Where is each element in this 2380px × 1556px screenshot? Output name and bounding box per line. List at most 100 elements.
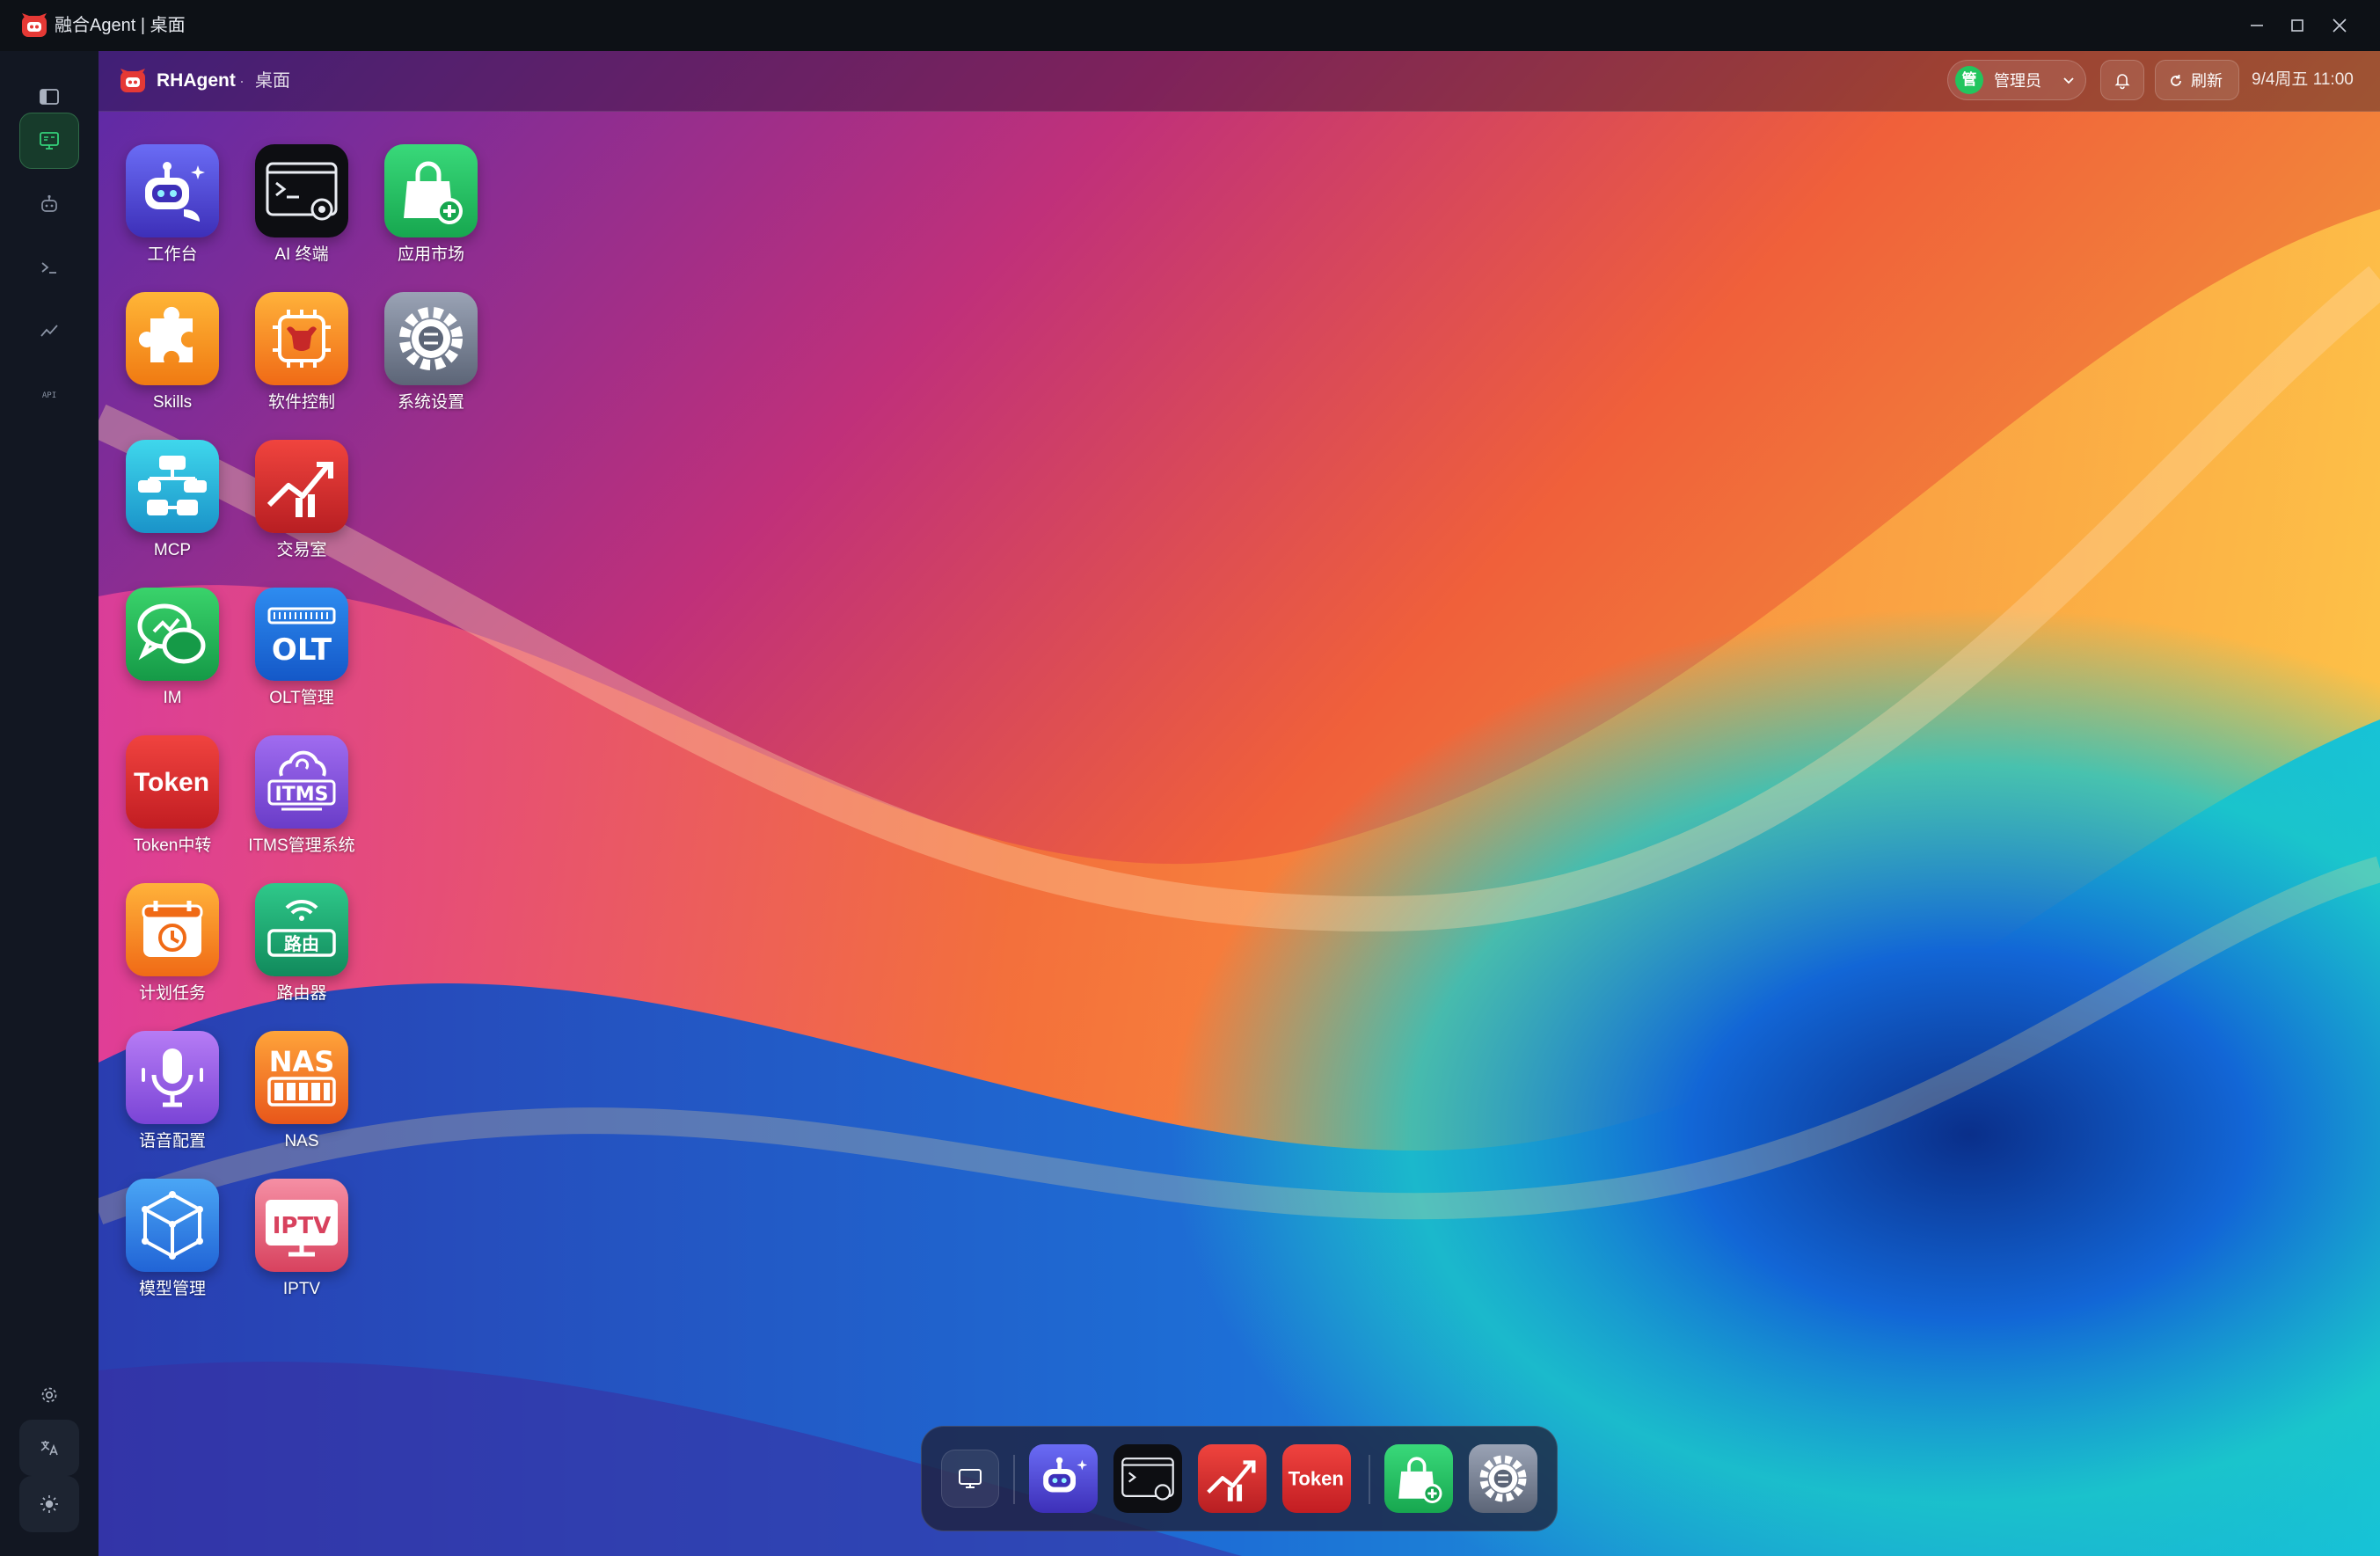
dock-token-relay-button[interactable]: Token <box>1282 1444 1351 1513</box>
minimize-button[interactable] <box>2238 8 2276 43</box>
rail-settings-button[interactable] <box>19 1367 79 1423</box>
icon-label: NAS <box>284 1132 319 1151</box>
terminal-icon <box>41 262 56 274</box>
brand-name: RHAgent <box>157 70 236 91</box>
calendar-clock-icon <box>126 883 219 976</box>
user-name: 管理员 <box>1994 72 2041 90</box>
icon-label: 工作台 <box>147 245 198 264</box>
desktop-icon-token-relay[interactable]: Token Token中转 <box>107 735 237 876</box>
desktop-icon-im[interactable]: IM <box>107 588 237 728</box>
shopping-bag-icon <box>384 144 478 237</box>
sidebar-toggle-icon <box>40 89 59 105</box>
datetime: 9/4周五 11:00 <box>2252 70 2354 89</box>
desktop-icon-trading-room[interactable]: 交易室 <box>237 440 367 581</box>
dock: Token <box>921 1426 1558 1531</box>
desktop-icon-skills[interactable]: Skills <box>107 292 237 433</box>
brand-logo-icon <box>120 69 145 92</box>
shopping-bag-icon <box>1384 1444 1453 1513</box>
chat-bubbles-icon <box>126 588 219 681</box>
terminal-icon <box>1113 1444 1182 1513</box>
desktop-icon-voice-config[interactable]: 语音配置 <box>107 1031 237 1172</box>
terminal-icon <box>255 144 348 237</box>
rail-theme-button[interactable] <box>19 1476 79 1532</box>
gear-icon <box>1469 1444 1537 1513</box>
rail-language-button[interactable] <box>19 1420 79 1476</box>
desktop-icon-system-settings[interactable]: 系统设置 <box>366 292 496 433</box>
desktop-icon-scheduled-tasks[interactable]: 计划任务 <box>107 883 237 1024</box>
desktop-icon-iptv[interactable]: IPTV IPTV <box>237 1179 367 1319</box>
dock-trading-room-button[interactable] <box>1198 1444 1267 1513</box>
icon-label: IPTV <box>282 1280 321 1298</box>
desktop-icon-itms[interactable]: ITMS ITMS管理系统 <box>237 735 367 876</box>
translate-icon <box>40 1441 58 1456</box>
refresh-label: 刷新 <box>2191 72 2223 90</box>
close-window-button[interactable] <box>2320 8 2359 43</box>
dock-system-settings-button[interactable] <box>1469 1444 1537 1513</box>
itms-cloud-icon: ITMS <box>255 735 348 829</box>
icon-label: 软件控制 <box>267 393 335 412</box>
breadcrumb-separator: · <box>239 72 245 90</box>
rail-item-trading[interactable] <box>19 303 79 359</box>
network-plug-icon <box>126 440 219 533</box>
icon-label: OLT管理 <box>269 689 334 707</box>
refresh-button[interactable]: 刷新 <box>2155 60 2239 100</box>
icon-label: MCP <box>153 541 192 559</box>
sun-icon <box>40 1495 58 1513</box>
robot-chat-icon <box>126 144 219 237</box>
desktop-area[interactable]: RHAgent · 桌面 管 管理员 刷新 9/4周五 11:00 工作台 AI… <box>99 51 2380 1556</box>
olt-text: OLT <box>272 632 332 668</box>
token-text: Token <box>134 768 209 797</box>
stock-chart-icon <box>1198 1444 1267 1513</box>
nas-text: NAS <box>269 1045 335 1078</box>
dock-separator <box>1013 1455 1015 1504</box>
window-titlebar: 融合Agent | 桌面 <box>0 0 2380 52</box>
icon-label: 交易室 <box>276 541 327 559</box>
icon-label: ITMS管理系统 <box>248 836 355 855</box>
desktop-icon-router[interactable]: 路由 路由器 <box>237 883 367 1024</box>
desktop-icon-olt[interactable]: OLT OLT管理 <box>237 588 367 728</box>
desktop-icon-workbench[interactable]: 工作台 <box>107 144 237 285</box>
breadcrumb-current: 桌面 <box>255 71 290 91</box>
dock-workbench-button[interactable] <box>1029 1444 1098 1513</box>
desktop-icon-nas[interactable]: NAS NAS <box>237 1031 367 1172</box>
icon-label: Skills <box>152 393 193 412</box>
close-icon <box>2333 18 2347 33</box>
rail-item-desktop[interactable] <box>19 113 79 169</box>
desktop-header: RHAgent · 桌面 管 管理员 刷新 9/4周五 11:00 <box>99 51 2380 112</box>
svg-text:API: API <box>42 391 56 400</box>
rail-item-api[interactable]: API <box>19 366 79 422</box>
avatar: 管 <box>1955 66 1983 94</box>
desktop-icon-ai-terminal[interactable]: AI 终端 <box>237 144 367 285</box>
router-text: 路由 <box>284 933 319 954</box>
desktop-icon-software-control[interactable]: 软件控制 <box>237 292 367 433</box>
icon-label: AI 终端 <box>274 245 329 264</box>
icon-label: 路由器 <box>276 984 327 1003</box>
nas-icon: NAS <box>255 1031 348 1124</box>
chevron-down-icon <box>2063 77 2074 84</box>
robot-icon <box>41 194 57 212</box>
rail-item-agent[interactable] <box>19 176 79 232</box>
icon-label: 系统设置 <box>397 393 464 412</box>
stock-chart-icon <box>255 440 348 533</box>
dock-app-market-button[interactable] <box>1384 1444 1453 1513</box>
maximize-button[interactable] <box>2278 8 2317 43</box>
microphone-icon <box>126 1031 219 1124</box>
minimize-icon <box>2251 25 2263 26</box>
dock-show-desktop-button[interactable] <box>941 1450 999 1508</box>
maximize-icon <box>2291 19 2303 32</box>
notifications-button[interactable] <box>2100 60 2144 100</box>
rail-item-terminal[interactable] <box>19 239 79 296</box>
trend-icon <box>40 325 58 337</box>
icon-label: 模型管理 <box>138 1280 206 1298</box>
olt-icon: OLT <box>255 588 348 681</box>
desktop-icon-app-market[interactable]: 应用市场 <box>366 144 496 285</box>
user-menu-button[interactable]: 管 管理员 <box>1947 60 2086 100</box>
refresh-icon <box>2171 75 2181 86</box>
dock-ai-terminal-button[interactable] <box>1113 1444 1182 1513</box>
left-rail: API <box>0 51 99 1556</box>
desktop-icon-mcp[interactable]: MCP <box>107 440 237 581</box>
itms-text: ITMS <box>275 784 329 806</box>
desktop-icon-model-management[interactable]: 模型管理 <box>107 1179 237 1319</box>
monitor-icon <box>959 1469 982 1488</box>
api-icon: API <box>42 391 56 400</box>
